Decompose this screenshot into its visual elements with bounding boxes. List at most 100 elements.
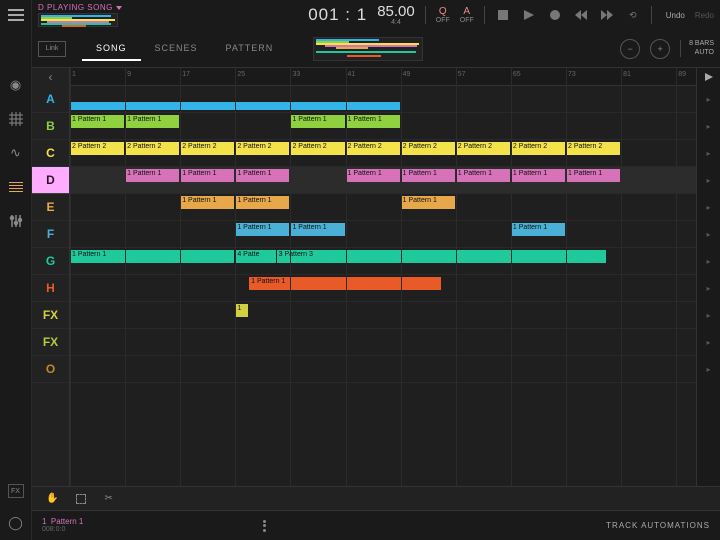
- clip[interactable]: 1 Pattern 1: [125, 115, 179, 128]
- clip[interactable]: 1 Pattern 1: [346, 115, 400, 128]
- clip[interactable]: 1 Pattern 1: [125, 169, 179, 182]
- clip[interactable]: 1 Pattern 1: [235, 169, 289, 182]
- track-header-F[interactable]: F: [32, 221, 69, 248]
- clip[interactable]: 1 Pattern 1: [456, 169, 510, 182]
- lane-play-button[interactable]: ▸: [697, 329, 720, 356]
- position-display[interactable]: 001 : 1: [308, 5, 367, 25]
- wave-icon[interactable]: ∿: [7, 144, 25, 162]
- stop-button[interactable]: [495, 7, 511, 23]
- clip[interactable]: 1 Pattern 1: [235, 223, 289, 236]
- track-header-D[interactable]: D: [32, 167, 69, 194]
- track-lane[interactable]: [70, 329, 696, 356]
- select-tool-icon[interactable]: [76, 494, 86, 504]
- bar-settings[interactable]: 8 BARSAUTO: [680, 40, 714, 57]
- song-overview[interactable]: [313, 37, 423, 61]
- link-button[interactable]: Link: [38, 41, 66, 57]
- clip[interactable]: 1 Pattern 1: [346, 169, 400, 182]
- clip[interactable]: 2 Pattern 2: [566, 142, 620, 155]
- clip[interactable]: 1 Pattern 1: [290, 115, 344, 128]
- clip[interactable]: 2 Pattern 2: [70, 142, 124, 155]
- rewind-button[interactable]: [573, 7, 589, 23]
- loop-button[interactable]: ⟲: [625, 7, 641, 23]
- track-header-H[interactable]: H: [32, 275, 69, 302]
- mixer-icon[interactable]: [7, 212, 25, 230]
- hand-tool-icon[interactable]: ✋: [46, 493, 58, 504]
- clip[interactable]: 1 Pattern 1: [511, 223, 565, 236]
- clip[interactable]: 1 Pattern 1: [290, 223, 344, 236]
- lane-play-button[interactable]: ▸: [697, 248, 720, 275]
- fx-icon[interactable]: FX: [8, 484, 24, 498]
- track-lane[interactable]: 1 Pattern 11 Pattern 11 Pattern 1: [70, 194, 696, 221]
- track-lane[interactable]: [70, 86, 696, 113]
- clip[interactable]: 2 Pattern 2: [456, 142, 510, 155]
- track-lane[interactable]: 2 Pattern 22 Pattern 22 Pattern 22 Patte…: [70, 140, 696, 167]
- clip[interactable]: 1 Pattern 1: [70, 250, 234, 263]
- lane-play-button[interactable]: ▸: [697, 140, 720, 167]
- forward-button[interactable]: [599, 7, 615, 23]
- track-automations-button[interactable]: TRACK AUTOMATIONS: [606, 521, 710, 530]
- track-header-E[interactable]: E: [32, 194, 69, 221]
- tab-song[interactable]: SONG: [82, 37, 141, 61]
- more-icon[interactable]: [263, 520, 266, 532]
- grid-icon[interactable]: [7, 110, 25, 128]
- project-minimap[interactable]: [38, 13, 118, 27]
- quantize-toggle[interactable]: QOFF: [436, 7, 450, 24]
- tab-scenes[interactable]: SCENES: [141, 37, 212, 61]
- clip[interactable]: 2 Pattern 2: [235, 142, 289, 155]
- track-header-FX[interactable]: FX: [32, 302, 69, 329]
- project-label[interactable]: D PLAYING SONG: [38, 3, 122, 12]
- clip[interactable]: 1: [235, 304, 248, 317]
- record-button[interactable]: [547, 7, 563, 23]
- tempo-display[interactable]: 85.004:4: [377, 4, 415, 26]
- lane-play-button[interactable]: ▸: [697, 194, 720, 221]
- clip[interactable]: 1 Pattern 1: [401, 169, 455, 182]
- tab-pattern[interactable]: PATTERN: [212, 37, 288, 61]
- clip[interactable]: 1 Pattern 1: [566, 169, 620, 182]
- track-lane[interactable]: 1: [70, 302, 696, 329]
- track-lane[interactable]: 1 Pattern 11 Pattern 11 Pattern 11 Patte…: [70, 113, 696, 140]
- bar-ruler[interactable]: 1917253341495765738189: [70, 68, 696, 86]
- track-lane[interactable]: [70, 356, 696, 383]
- arranger-icon[interactable]: [7, 178, 25, 196]
- timeline-grid[interactable]: 1917253341495765738189 1 Pattern 11 Patt…: [70, 68, 696, 486]
- clip[interactable]: 2 Pattern 2: [290, 142, 344, 155]
- lane-play-button[interactable]: ▸: [697, 113, 720, 140]
- track-header-O[interactable]: O: [32, 356, 69, 383]
- track-lane[interactable]: 1 Pattern 11 Pattern 11 Pattern 11 Patte…: [70, 167, 696, 194]
- settings-icon[interactable]: ◯: [7, 514, 25, 532]
- track-lane[interactable]: 1 Pattern 14 Patte3 Pattern 3: [70, 248, 696, 275]
- play-button[interactable]: [521, 7, 537, 23]
- track-header-G[interactable]: G: [32, 248, 69, 275]
- clip[interactable]: 2 Pattern 2: [511, 142, 565, 155]
- track-lane[interactable]: 1 Pattern 1: [70, 275, 696, 302]
- clip[interactable]: 1 Pattern 1: [401, 196, 455, 209]
- track-header-FX[interactable]: FX: [32, 329, 69, 356]
- lane-play-button[interactable]: ▸: [697, 275, 720, 302]
- clip[interactable]: 1 Pattern 1: [235, 196, 289, 209]
- undo-button[interactable]: Undo: [666, 11, 685, 20]
- clip[interactable]: 1 Pattern 1: [180, 196, 234, 209]
- menu-icon[interactable]: [7, 6, 25, 24]
- clip[interactable]: 1 Pattern 1: [180, 169, 234, 182]
- zoom-out-button[interactable]: −: [620, 39, 640, 59]
- play-all-button[interactable]: [697, 68, 720, 86]
- cut-tool-icon[interactable]: ✂: [104, 493, 112, 504]
- scroll-left-button[interactable]: ‹: [32, 68, 69, 86]
- midi-icon[interactable]: ◉: [7, 76, 25, 94]
- lane-play-button[interactable]: ▸: [697, 302, 720, 329]
- clip[interactable]: 4 Patte: [235, 250, 275, 263]
- lane-play-button[interactable]: ▸: [697, 356, 720, 383]
- track-header-A[interactable]: A: [32, 86, 69, 113]
- clip[interactable]: 3 Pattern 3: [277, 250, 607, 263]
- clip[interactable]: 1 Pattern 1: [70, 115, 124, 128]
- zoom-in-button[interactable]: +: [650, 39, 670, 59]
- clip[interactable]: 1 Pattern 1: [511, 169, 565, 182]
- clip[interactable]: 2 Pattern 2: [346, 142, 400, 155]
- automation-toggle[interactable]: AOFF: [460, 7, 474, 24]
- clip[interactable]: 2 Pattern 2: [180, 142, 234, 155]
- track-lane[interactable]: 1 Pattern 11 Pattern 11 Pattern 1: [70, 221, 696, 248]
- clip[interactable]: 2 Pattern 2: [125, 142, 179, 155]
- lane-play-button[interactable]: ▸: [697, 86, 720, 113]
- clip[interactable]: 2 Pattern 2: [401, 142, 455, 155]
- track-header-C[interactable]: C: [32, 140, 69, 167]
